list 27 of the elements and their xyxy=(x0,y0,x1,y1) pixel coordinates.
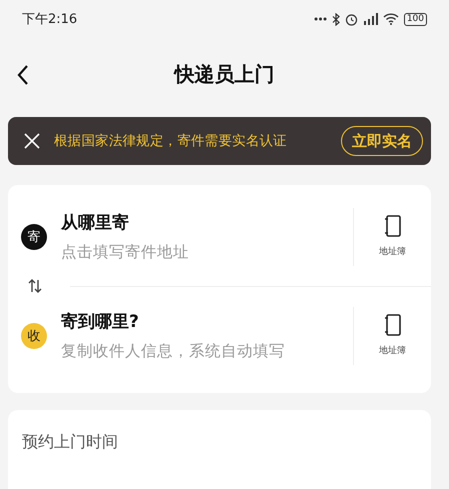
verify-button[interactable]: 立即实名 xyxy=(341,126,423,156)
notice-text: 根据国家法律规定，寄件需要实名认证 xyxy=(54,132,288,150)
book-icon[interactable] xyxy=(384,215,402,237)
book-icon[interactable] xyxy=(384,314,402,336)
address-book-button[interactable]: 地址簿 xyxy=(353,208,431,266)
wifi-icon xyxy=(382,13,399,25)
address-row[interactable]: 寄 从哪里寄 点击填写寄件地址 地址簿 xyxy=(8,189,431,284)
signal-icon xyxy=(362,13,378,25)
battery-icon: 100 xyxy=(404,12,427,26)
schedule-label: 预约上门时间 xyxy=(22,432,118,451)
chevron-left-icon[interactable] xyxy=(16,64,30,86)
close-icon[interactable] xyxy=(24,133,40,149)
address-book-button[interactable]: 地址簿 xyxy=(353,306,431,364)
swap-icon[interactable] xyxy=(28,278,42,294)
receiver-badge: 收 xyxy=(21,322,47,348)
address-title: 寄到哪里? xyxy=(61,310,140,332)
address-hint: 点击填写寄件地址 xyxy=(61,242,190,262)
more-icon xyxy=(314,17,327,21)
bluetooth-icon xyxy=(332,12,340,26)
address-row[interactable]: 收 寄到哪里? 复制收件人信息，系统自动填写 地址簿 xyxy=(8,288,431,383)
schedule-card[interactable]: 预约上门时间 xyxy=(8,410,431,489)
address-title: 从哪里寄 xyxy=(61,212,130,234)
status-time: 下午2:16 xyxy=(22,11,78,28)
sender-badge: 寄 xyxy=(21,224,47,250)
address-hint: 复制收件人信息，系统自动填写 xyxy=(61,340,286,362)
alarm-icon xyxy=(344,12,358,26)
page-title: 快递员上门 xyxy=(174,60,274,88)
